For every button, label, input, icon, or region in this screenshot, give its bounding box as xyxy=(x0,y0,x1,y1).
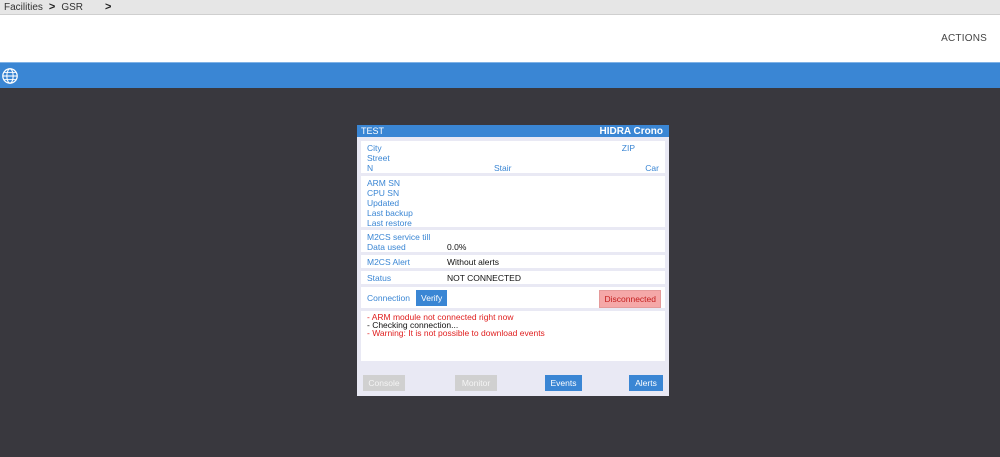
n-label: N xyxy=(367,163,374,173)
breadcrumb: Facilities > GSR > xyxy=(0,0,1000,15)
location-section: City Street N ZIP Stair Car xyxy=(361,141,665,173)
connection-log: - ARM module not connected right now - C… xyxy=(361,311,665,361)
breadcrumb-gsr[interactable]: GSR xyxy=(61,2,83,13)
globe-icon[interactable] xyxy=(1,67,19,85)
connection-section: Connection Verify Disconnected xyxy=(361,287,665,308)
status-label: Status xyxy=(367,272,392,283)
actions-menu[interactable]: ACTIONS xyxy=(941,33,987,44)
zip-label: ZIP xyxy=(621,143,635,153)
toolbar xyxy=(0,62,1000,88)
m2cs-alert-value: Without alerts xyxy=(447,256,499,267)
status-value: NOT CONNECTED xyxy=(447,272,521,283)
breadcrumb-separator-icon[interactable]: > xyxy=(105,1,111,13)
facility-name: TEST xyxy=(361,126,385,136)
stair-label: Stair xyxy=(494,163,512,173)
last-restore-label: Last restore xyxy=(367,218,412,228)
m2cs-service-label: M2CS service till xyxy=(367,232,431,242)
data-used-label: Data used xyxy=(367,242,406,252)
alert-section: M2CS Alert Without alerts xyxy=(361,255,665,268)
car-label: Car xyxy=(645,163,659,173)
monitor-button[interactable]: Monitor xyxy=(455,375,497,391)
device-brand: HIDRA Crono xyxy=(599,125,663,137)
last-backup-label: Last backup xyxy=(367,208,413,218)
arm-sn-label: ARM SN xyxy=(367,178,401,188)
alerts-button[interactable]: Alerts xyxy=(629,375,663,391)
connection-label: Connection xyxy=(367,292,411,303)
service-section: M2CS service till Data used 0.0% xyxy=(361,230,665,252)
card-actions: Console Monitor Events Alerts xyxy=(361,375,665,391)
console-button[interactable]: Console xyxy=(363,375,405,391)
updated-label: Updated xyxy=(367,198,400,208)
facility-card: TEST HIDRA Crono City Street N ZIP Stair… xyxy=(357,125,669,396)
verify-button[interactable]: Verify xyxy=(416,289,448,306)
street-label: Street xyxy=(367,153,390,163)
cpu-sn-label: CPU SN xyxy=(367,188,400,198)
m2cs-alert-label: M2CS Alert xyxy=(367,256,410,267)
log-line: - Warning: It is not possible to downloa… xyxy=(367,328,545,338)
page-header: ACTIONS xyxy=(0,15,1000,62)
card-header: TEST HIDRA Crono xyxy=(357,125,669,137)
breadcrumb-facilities[interactable]: Facilities xyxy=(4,2,43,13)
status-badge: Disconnected xyxy=(599,290,661,308)
events-button[interactable]: Events xyxy=(545,375,582,391)
city-label: City xyxy=(367,143,382,153)
status-section: Status NOT CONNECTED xyxy=(361,271,665,284)
data-used-value: 0.0% xyxy=(447,242,467,252)
device-section: ARM SN CPU SN Updated Last backup Last r… xyxy=(361,176,665,228)
breadcrumb-separator-icon: > xyxy=(48,1,56,13)
card-body: City Street N ZIP Stair Car ARM SN CPU S… xyxy=(357,137,669,396)
